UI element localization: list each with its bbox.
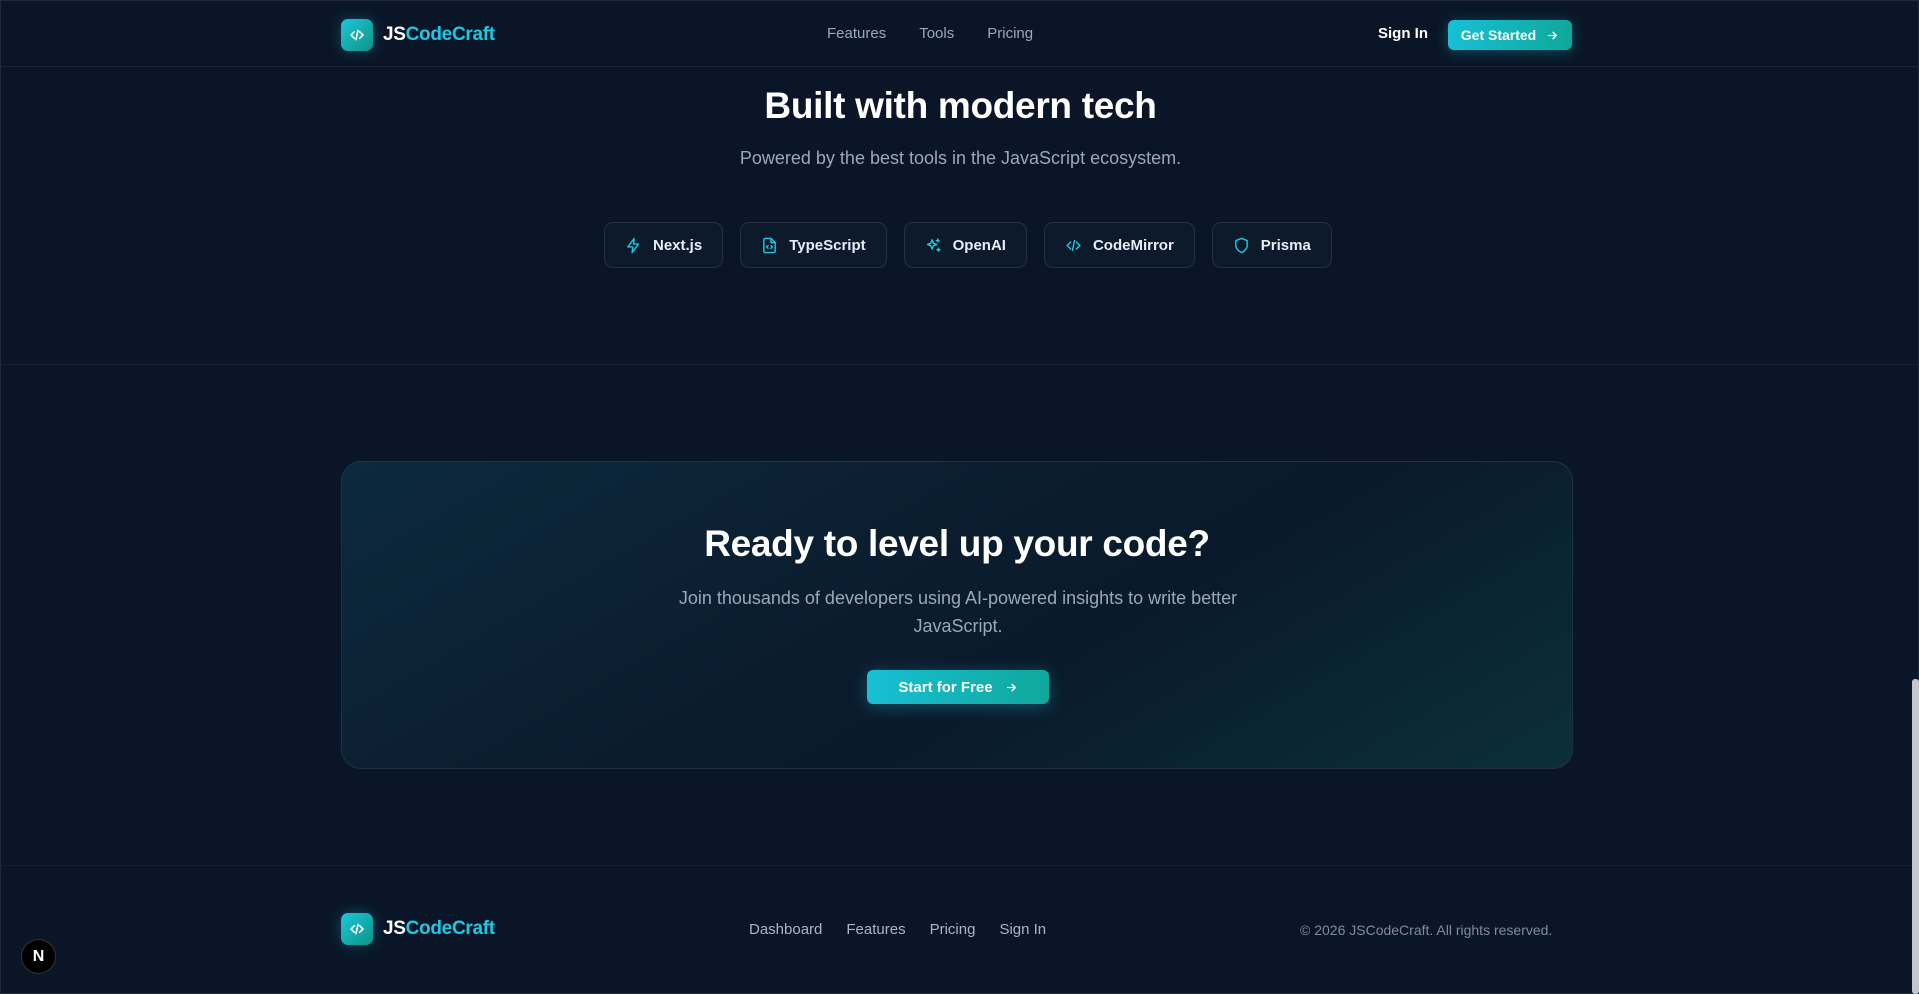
tech-chip-list: Next.js TypeScript OpenAI CodeMirror Pri… bbox=[604, 222, 1332, 268]
tech-chip-openai: OpenAI bbox=[903, 222, 1027, 268]
tech-chip-typescript: TypeScript bbox=[740, 222, 887, 268]
code-icon bbox=[341, 913, 373, 945]
start-for-free-button[interactable]: Start for Free bbox=[867, 670, 1049, 704]
copyright-text: © 2026 JSCodeCraft. All rights reserved. bbox=[1300, 922, 1553, 938]
dev-tools-badge[interactable]: N bbox=[21, 939, 56, 974]
lightning-icon bbox=[625, 237, 642, 254]
get-started-label: Get Started bbox=[1460, 27, 1537, 43]
code-icon bbox=[341, 19, 373, 51]
arrow-right-icon bbox=[1546, 29, 1559, 42]
file-code-icon bbox=[761, 237, 778, 254]
nav-link-features[interactable]: Features bbox=[827, 25, 886, 42]
shield-icon bbox=[1233, 237, 1250, 254]
nav-link-pricing[interactable]: Pricing bbox=[987, 25, 1033, 42]
tech-chip-prisma: Prisma bbox=[1211, 222, 1332, 268]
main-nav: Features Tools Pricing bbox=[827, 25, 1033, 42]
page: JSCodeCraft Features Tools Pricing Sign … bbox=[0, 0, 1919, 994]
tech-chip-label: CodeMirror bbox=[1092, 236, 1174, 254]
cta-title: Ready to level up your code? bbox=[704, 523, 1210, 564]
sign-in-link[interactable]: Sign In bbox=[1378, 25, 1428, 42]
tech-section-title: Built with modern tech bbox=[764, 85, 1157, 126]
footer-link-features[interactable]: Features bbox=[846, 921, 905, 938]
footer-brand-logo[interactable]: JSCodeCraft bbox=[341, 913, 495, 945]
footer-link-pricing[interactable]: Pricing bbox=[930, 921, 976, 938]
cta-subtitle: Join thousands of developers using AI-po… bbox=[678, 588, 1238, 636]
brand-name: JSCodeCraft bbox=[383, 24, 495, 45]
section-divider bbox=[1, 364, 1918, 365]
tech-chip-label: Prisma bbox=[1260, 236, 1311, 254]
code-icon bbox=[1065, 237, 1082, 254]
footer-divider bbox=[1, 865, 1918, 866]
start-for-free-label: Start for Free bbox=[898, 678, 993, 696]
nav-link-tools[interactable]: Tools bbox=[919, 25, 954, 42]
footer-link-sign-in[interactable]: Sign In bbox=[999, 921, 1046, 938]
top-navbar: JSCodeCraft Features Tools Pricing Sign … bbox=[1, 1, 1918, 67]
tech-chip-label: OpenAI bbox=[952, 236, 1006, 254]
footer-link-dashboard[interactable]: Dashboard bbox=[749, 921, 822, 938]
tech-section-subtitle: Powered by the best tools in the JavaScr… bbox=[739, 148, 1182, 168]
tech-chip-label: Next.js bbox=[653, 236, 703, 254]
get-started-button[interactable]: Get Started bbox=[1448, 20, 1572, 50]
tech-chip-nextjs: Next.js bbox=[604, 222, 724, 268]
tech-chip-label: TypeScript bbox=[789, 236, 866, 254]
sparkles-icon bbox=[925, 237, 942, 254]
footer-nav: Dashboard Features Pricing Sign In bbox=[749, 921, 1046, 938]
footer-brand-name: JSCodeCraft bbox=[383, 918, 495, 939]
cta-card: Ready to level up your code? Join thousa… bbox=[341, 461, 1573, 769]
scrollbar-thumb[interactable] bbox=[1912, 679, 1919, 994]
arrow-right-icon bbox=[1005, 681, 1018, 694]
brand-logo-link[interactable]: JSCodeCraft bbox=[341, 19, 495, 51]
tech-chip-codemirror: CodeMirror bbox=[1043, 222, 1195, 268]
